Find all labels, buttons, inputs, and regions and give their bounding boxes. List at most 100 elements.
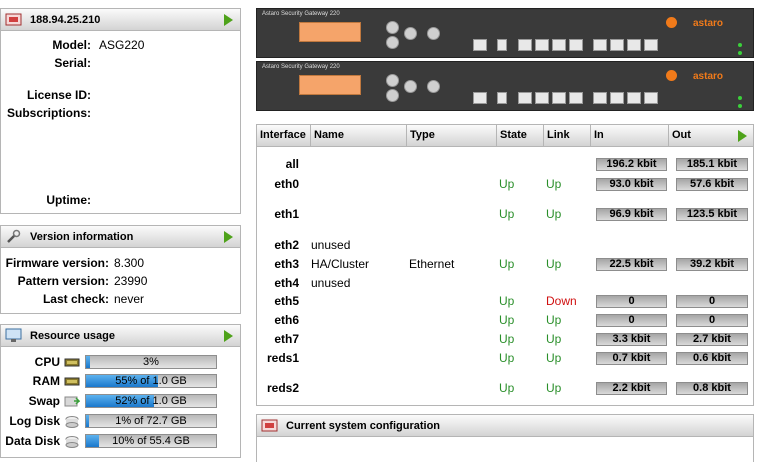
pci-port [593,39,607,51]
usb-port [497,39,507,51]
expand-arrow-icon[interactable] [224,330,233,342]
host-address: 188.94.25.210 [30,13,101,26]
traffic-in: 0.7 kbit [596,352,667,365]
interface-row[interactable]: eth6 Up Up 0 0 [257,311,753,330]
monitor-icon [5,328,22,343]
config-icon [261,418,278,433]
pci-port [644,39,658,51]
interface-alias: HA/Cluster [311,257,370,271]
interface-state: Up [499,381,515,395]
traffic-in: 0 [596,295,667,308]
traffic-in: 93.0 kbit [596,178,667,191]
gateway-front-panel: Astaro Security Gateway 220 astaro [256,61,754,111]
interface-row[interactable]: eth1 Up Up 96.9 kbit 123.5 kbit [257,205,753,224]
interface-name: eth0 [274,177,299,191]
interface-row[interactable]: eth3 HA/Cluster Ethernet Up Up 22.5 kbit 39.2 … [257,255,753,274]
expand-arrow-icon[interactable] [224,14,233,26]
col-name[interactable]: Name [311,125,407,147]
esc-button [404,80,417,93]
col-state[interactable]: State [497,125,544,147]
resource-value: 1% of 72.7 GB [115,415,187,427]
interface-state: Up [499,257,515,271]
pattern-value: 23990 [114,274,148,288]
serial-label: Serial: [54,56,91,70]
interface-row[interactable]: reds2 Up Up 2.2 kbit 0.8 kbit [257,379,753,398]
interface-row[interactable]: eth5 Up Down 0 0 [257,292,753,311]
interface-link: Up [546,332,562,346]
system-icon [5,12,22,27]
col-in[interactable]: In [591,125,669,147]
usb-port [497,92,507,104]
lcd-display [299,75,361,95]
config-title: Current system configuration [286,419,441,432]
interface-link: Down [546,294,577,308]
expand-arrow-icon[interactable] [738,130,747,142]
lan-port [518,39,532,51]
resource-label: Swap [28,394,60,408]
version-title: Version information [30,230,134,243]
pattern-label: Pattern version: [17,274,109,288]
interface-name: eth4 [274,276,299,290]
ha-port [569,92,583,104]
resource-label: Data Disk [5,434,60,448]
firmware-label: Firmware version: [5,256,109,270]
license-label: License ID: [26,88,91,102]
resource-label: CPU [34,355,60,369]
interface-name: eth2 [274,238,299,252]
resource-label: RAM [32,374,60,388]
disk-icon [64,435,80,448]
ha-port [569,39,583,51]
interface-state: Up [499,294,515,308]
last-check-label: Last check: [42,292,109,306]
traffic-out: 0 [676,295,748,308]
gateway-title: Astaro Security Gateway 220 [262,11,340,17]
com-port [473,92,487,104]
traffic-in: 196.2 kbit [596,158,667,171]
down-arrow-button [386,89,399,102]
pci-port [610,39,624,51]
traffic-in: 3.3 kbit [596,333,667,346]
col-interface[interactable]: Interface [257,125,311,147]
interface-link: Up [546,177,562,191]
col-type[interactable]: Type [407,125,497,147]
interface-link: Up [546,207,562,221]
version-header: Version information [1,226,240,248]
hdd-led [738,51,742,55]
resource-title: Resource usage [30,329,115,342]
interface-state: Up [499,332,515,346]
interfaces-table-header: Interface Name Type State Link In Out [257,125,753,147]
enter-button [427,27,440,40]
interface-row[interactable]: eth7 Up Up 3.3 kbit 2.7 kbit [257,330,753,349]
interface-row[interactable]: eth2 unused [257,236,753,255]
wan-port [535,39,549,51]
pci-port [627,92,641,104]
resource-bar: 1% of 72.7 GB [85,414,217,428]
astaro-logo: astaro [692,18,723,29]
interface-state: Up [499,177,515,191]
interface-row[interactable]: eth4 unused [257,274,753,293]
interface-name: reds2 [266,381,299,395]
dmz-port [552,39,566,51]
expand-arrow-icon[interactable] [224,231,233,243]
traffic-out: 185.1 kbit [676,158,748,171]
traffic-in: 0 [596,314,667,327]
interface-state: Up [499,313,515,327]
dmz-port [552,92,566,104]
resource-value: 10% of 55.4 GB [112,435,190,447]
col-link[interactable]: Link [544,125,591,147]
com-port [473,39,487,51]
interface-row[interactable]: reds1 Up Up 0.7 kbit 0.6 kbit [257,349,753,368]
traffic-out: 0.6 kbit [676,352,748,365]
power-led [738,43,742,47]
lan-port [518,92,532,104]
interface-row[interactable]: eth0 Up Up 93.0 kbit 57.6 kbit [257,175,753,194]
astaro-logo: astaro [692,71,723,82]
interface-state: Up [499,207,515,221]
pci-port [610,92,624,104]
interface-row[interactable]: all 196.2 kbit 185.1 kbit [257,155,753,174]
astaro-logo-icon [666,70,677,81]
up-arrow-button [386,74,399,87]
swap-icon [64,395,81,408]
interface-link: Up [546,257,562,271]
last-check-value: never [114,292,145,306]
